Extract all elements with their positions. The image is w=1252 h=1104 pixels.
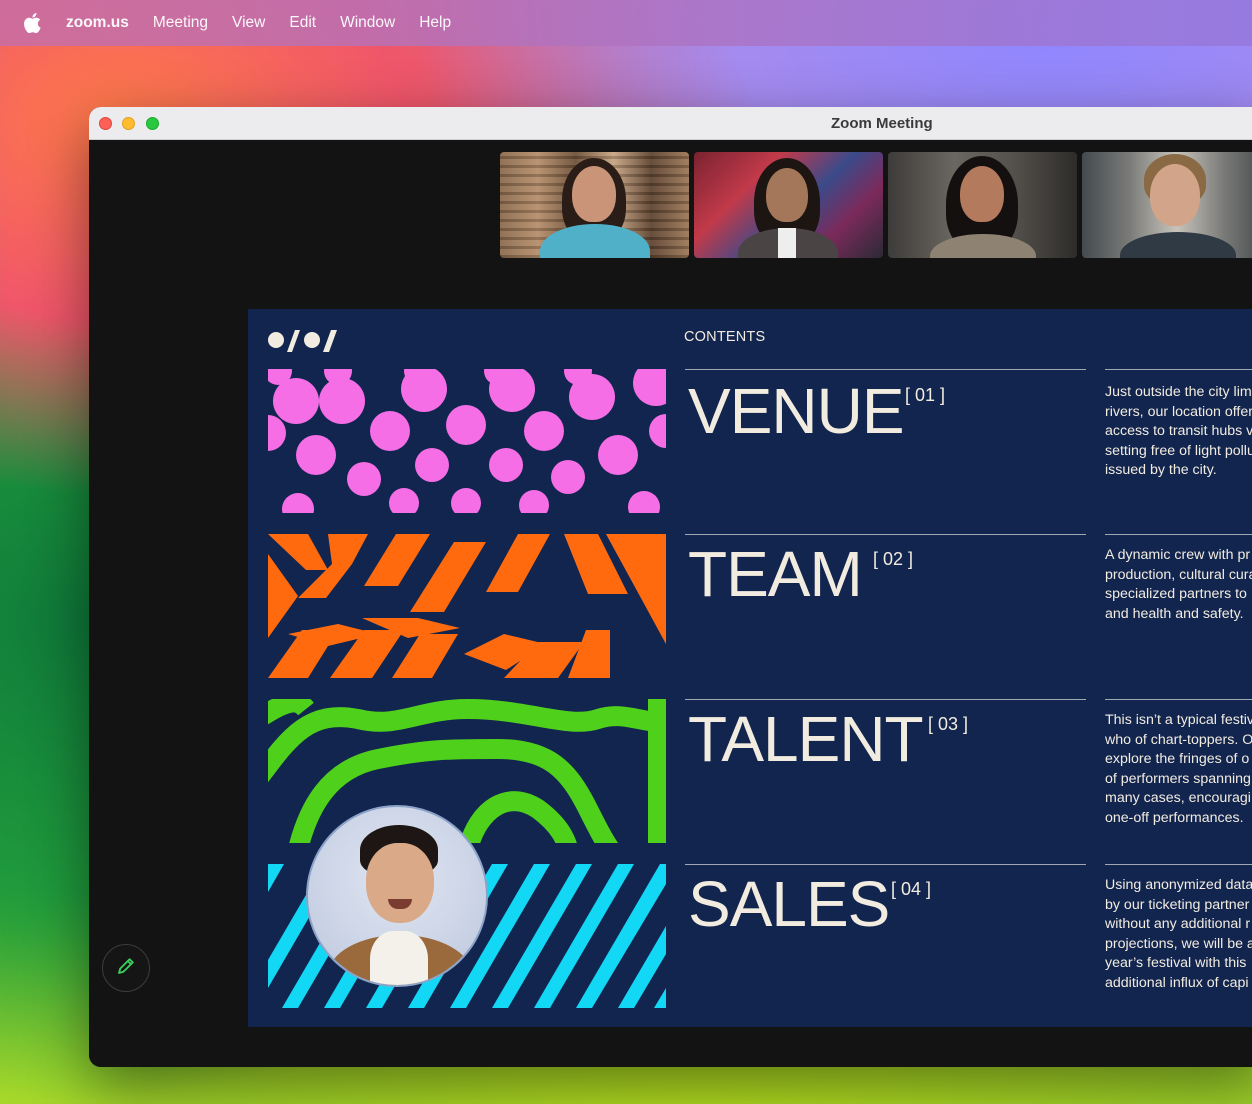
meeting-content: CONTENTS VENUE [01] Just outside the c… bbox=[89, 140, 1252, 1067]
talent-desc-divider bbox=[1105, 699, 1252, 700]
talent-divider bbox=[685, 699, 1086, 700]
apple-logo-icon[interactable] bbox=[24, 12, 44, 34]
close-window-button[interactable] bbox=[99, 117, 112, 130]
section-number-team: [ 02 ] bbox=[873, 549, 914, 569]
venue-divider bbox=[685, 369, 1086, 370]
sales-desc-divider bbox=[1105, 864, 1252, 865]
menu-meeting[interactable]: Meeting bbox=[153, 14, 208, 32]
menu-window[interactable]: Window bbox=[340, 14, 395, 32]
section-number-sales: [ 04 ] bbox=[891, 879, 932, 899]
team-chevrons-art bbox=[268, 534, 666, 678]
participant-video-3[interactable] bbox=[888, 152, 1077, 258]
menu-view[interactable]: View bbox=[232, 14, 265, 32]
section-text-talent: This isn’t a typical festiv who of chart… bbox=[1105, 712, 1252, 826]
window-title: Zoom Meeting bbox=[831, 115, 933, 132]
section-text-team: A dynamic crew with pr production, cultu… bbox=[1105, 547, 1252, 622]
team-desc-divider bbox=[1105, 534, 1252, 535]
sales-divider bbox=[685, 864, 1086, 865]
slide-contents-label: CONTENTS bbox=[684, 329, 766, 345]
title-bar[interactable]: Zoom Meeting bbox=[89, 107, 1252, 140]
section-heading-venue: VENUE bbox=[688, 375, 904, 447]
menu-bar: zoom.us Meeting View Edit Window Help bbox=[0, 0, 1252, 46]
talent-waves-art bbox=[268, 699, 666, 843]
menu-help[interactable]: Help bbox=[419, 14, 451, 32]
section-text-sales: Using anonymized data by our ticketing p… bbox=[1105, 877, 1252, 991]
section-heading-talent: TALENT bbox=[688, 703, 924, 775]
annotate-button[interactable] bbox=[102, 944, 150, 992]
section-heading-sales: SALES bbox=[688, 868, 890, 940]
zoom-meeting-window: Zoom Meeting CONTENTS VENUE [01] Just … bbox=[89, 107, 1252, 1067]
fullscreen-window-button[interactable] bbox=[146, 117, 159, 130]
participant-video-2[interactable] bbox=[694, 152, 883, 258]
section-number-talent: [ 03 ] bbox=[928, 714, 969, 734]
minimize-window-button[interactable] bbox=[122, 117, 135, 130]
section-text-venue: Just outside the city lim rivers, our lo… bbox=[1105, 384, 1252, 478]
slide-logo bbox=[267, 328, 339, 359]
participant-strip bbox=[500, 152, 1252, 258]
venue-desc-divider bbox=[1105, 369, 1252, 370]
pencil-icon bbox=[116, 956, 136, 981]
presenter-camera-bubble[interactable] bbox=[306, 805, 488, 987]
section-number-venue: [ 01 ] bbox=[905, 385, 946, 405]
participant-video-1[interactable] bbox=[500, 152, 689, 258]
menu-edit[interactable]: Edit bbox=[289, 14, 316, 32]
venue-dots-art bbox=[268, 369, 666, 513]
participant-video-4[interactable] bbox=[1082, 152, 1252, 258]
menu-app-name[interactable]: zoom.us bbox=[66, 14, 129, 32]
team-divider bbox=[685, 534, 1086, 535]
section-heading-team: TEAM bbox=[688, 538, 863, 610]
